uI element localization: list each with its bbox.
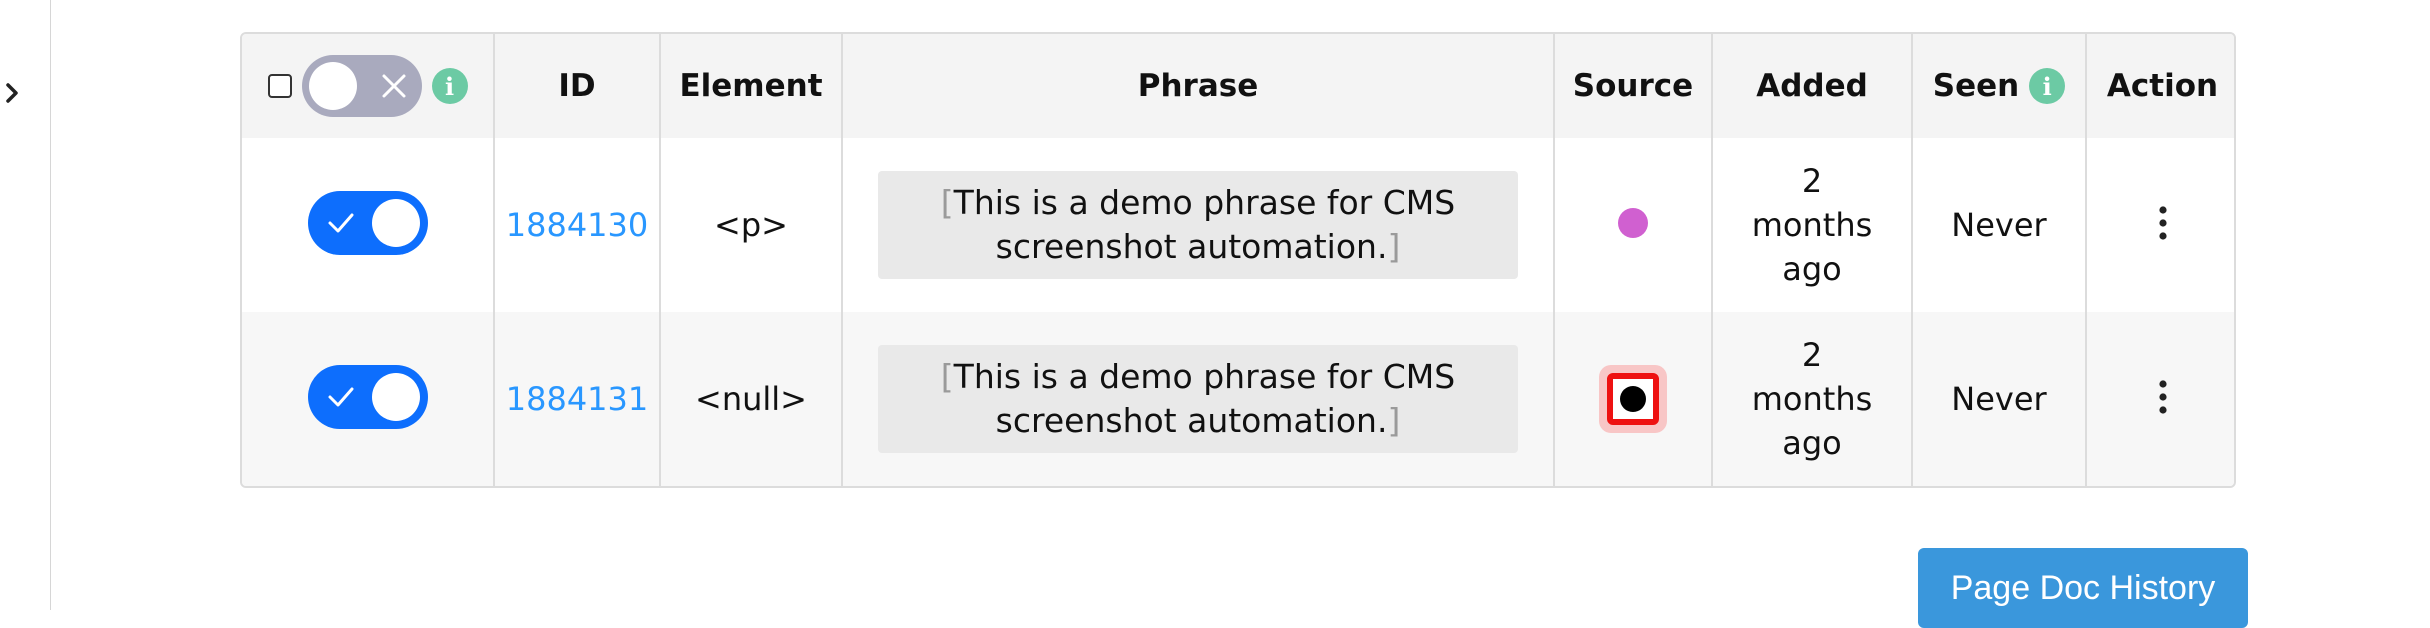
header-toggle-cell: i: [242, 34, 495, 138]
added-cell: 2 months ago: [1712, 312, 1913, 486]
toggle-cell: [242, 312, 495, 486]
added-cell: 2 months ago: [1712, 138, 1913, 312]
id-cell: 1884131: [494, 312, 661, 486]
toggle-knob: [371, 199, 420, 247]
phrase-id-link[interactable]: 1884131: [506, 380, 649, 418]
chevron-right-icon[interactable]: [4, 80, 20, 106]
source-cell: [1554, 138, 1713, 312]
phrase-text: This is a demo phrase for CMS screenshot…: [953, 357, 1456, 440]
added-text: 2 months ago: [1751, 162, 1873, 288]
phrases-table: i ID Element Phrase Source Added Seen i …: [240, 32, 2236, 488]
seen-cell: Never: [1912, 312, 2087, 486]
element-cell: <null>: [660, 312, 843, 486]
seen-cell: Never: [1912, 138, 2087, 312]
toggle-knob: [308, 62, 357, 110]
info-icon[interactable]: i: [2029, 68, 2066, 104]
check-icon: [328, 387, 353, 407]
header-action: Action: [2106, 68, 2219, 104]
kebab-menu-icon[interactable]: [2158, 379, 2168, 415]
select-all-checkbox[interactable]: [267, 74, 292, 98]
info-icon[interactable]: i: [431, 68, 468, 104]
table-row: 1884131 <null> [This is a demo phrase fo…: [242, 312, 2234, 486]
phrase-box[interactable]: [This is a demo phrase for CMS screensho…: [878, 345, 1518, 453]
added-text: 2 months ago: [1751, 336, 1873, 462]
header-seen: Seen i: [1912, 34, 2087, 138]
id-cell: 1884130: [494, 138, 661, 312]
element-tag: <null>: [695, 380, 807, 418]
row-enable-toggle[interactable]: [307, 191, 428, 255]
seen-text: Never: [1951, 380, 2047, 418]
phrase-id-link[interactable]: 1884130: [506, 206, 649, 244]
master-toggle[interactable]: [301, 55, 422, 117]
source-indicator[interactable]: [1618, 208, 1648, 238]
page-doc-history-button[interactable]: Page Doc History: [1918, 548, 2248, 628]
element-tag: <p>: [714, 206, 788, 244]
left-rail: [0, 0, 51, 610]
toggle-knob: [371, 373, 420, 421]
source-dot: [1620, 386, 1646, 412]
table-row: 1884130 <p> [This is a demo phrase for C…: [242, 138, 2234, 312]
toggle-cell: [242, 138, 495, 312]
table-header-row: i ID Element Phrase Source Added Seen i …: [242, 34, 2234, 138]
element-cell: <p>: [660, 138, 843, 312]
row-enable-toggle[interactable]: [307, 365, 428, 429]
kebab-menu-icon[interactable]: [2158, 205, 2168, 241]
header-element: Element: [660, 34, 843, 138]
header-id: ID: [494, 34, 661, 138]
phrase-cell: [This is a demo phrase for CMS screensho…: [842, 312, 1555, 486]
source-indicator: [1607, 373, 1659, 425]
source-indicator-highlight[interactable]: [1599, 365, 1667, 433]
header-source: Source: [1554, 34, 1713, 138]
phrase-cell: [This is a demo phrase for CMS screensho…: [842, 138, 1555, 312]
check-icon: [328, 213, 353, 233]
phrase-text: This is a demo phrase for CMS screenshot…: [953, 183, 1456, 266]
header-added: Added: [1712, 34, 1913, 138]
seen-text: Never: [1951, 206, 2047, 244]
close-icon: [382, 74, 405, 98]
action-cell: [2086, 138, 2234, 312]
source-cell: [1554, 312, 1713, 486]
header-phrase: Phrase: [842, 34, 1555, 138]
phrase-box[interactable]: [This is a demo phrase for CMS screensho…: [878, 171, 1518, 279]
action-cell: [2086, 312, 2234, 486]
header-seen-label: Seen: [1932, 68, 2020, 104]
